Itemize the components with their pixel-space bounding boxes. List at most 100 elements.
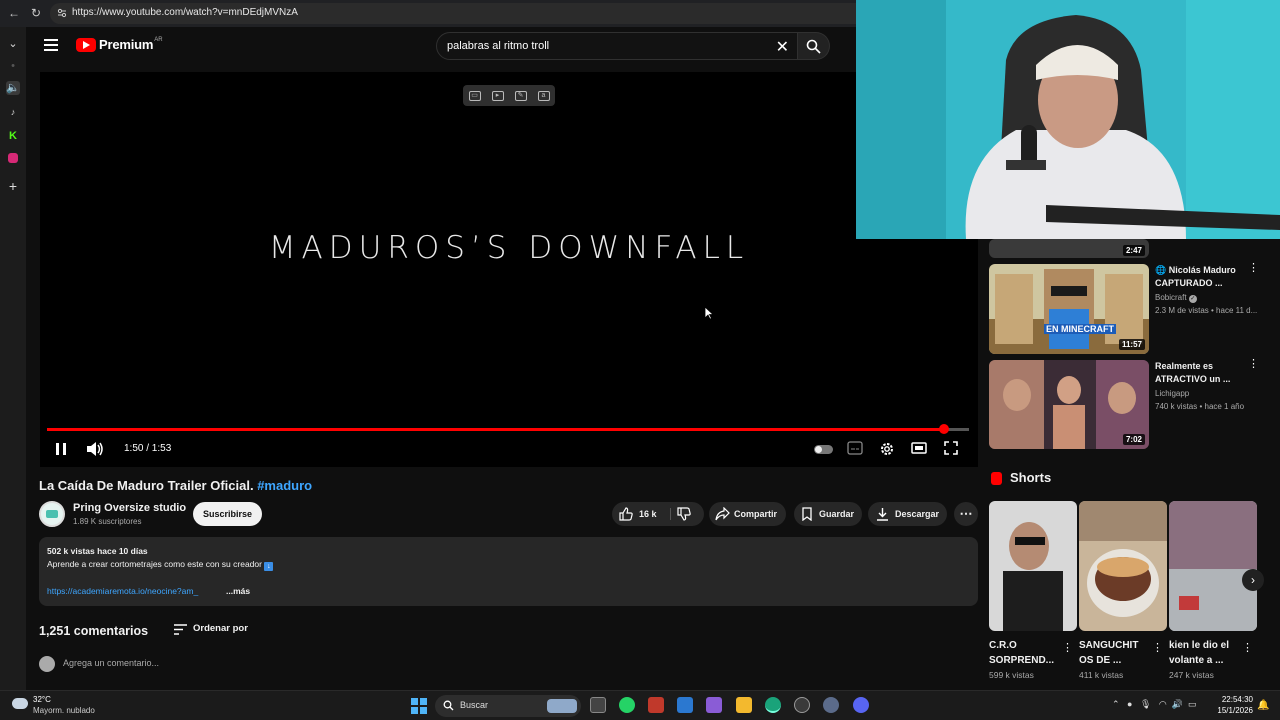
task-view-icon[interactable] bbox=[590, 697, 606, 713]
kick-icon[interactable]: K bbox=[6, 129, 20, 143]
translate-icon[interactable]: a bbox=[537, 90, 550, 101]
more-options-icon[interactable]: ⋮ bbox=[1062, 643, 1073, 654]
more-options-icon[interactable]: ⋮ bbox=[1242, 643, 1253, 654]
app-icon[interactable] bbox=[648, 697, 664, 713]
sidebar-video-title[interactable]: 🌐 Nicolás Maduro CAPTURADO ... bbox=[1155, 264, 1247, 290]
youtube-play-icon bbox=[76, 37, 96, 52]
store-icon[interactable] bbox=[677, 697, 693, 713]
search-button[interactable] bbox=[798, 32, 830, 60]
address-bar[interactable]: https://www.youtube.com/watch?v=mnDEdjMV… bbox=[50, 3, 870, 24]
menu-icon[interactable] bbox=[44, 39, 58, 51]
sort-icon[interactable] bbox=[174, 624, 187, 635]
shorts-next-button[interactable]: › bbox=[1242, 569, 1264, 591]
weather-temperature[interactable]: 32°C bbox=[33, 695, 51, 704]
duration-badge: 11:57 bbox=[1118, 339, 1145, 350]
chevron-down-icon[interactable]: ⌄ bbox=[6, 37, 20, 51]
sidebar-channel: Bobicraft ✓ bbox=[1155, 293, 1197, 303]
edit-icon[interactable]: ✎ bbox=[514, 90, 527, 101]
webcam-overlay bbox=[856, 0, 1280, 239]
sidebar-thumb-1[interactable]: EN MINECRAFT 11:57 bbox=[989, 264, 1149, 354]
system-tray[interactable]: ⌃ ● 🎙 ◠ 🔊 ▭ bbox=[1112, 699, 1196, 710]
more-options-icon[interactable]: ⋮ bbox=[1248, 359, 1259, 370]
more-options-icon[interactable]: ⋮ bbox=[1248, 263, 1259, 274]
chrome-icon[interactable] bbox=[794, 697, 810, 713]
short-title[interactable]: C.R.O SORPREND... bbox=[989, 638, 1059, 668]
speaker-tab-icon[interactable]: 🔈 bbox=[6, 81, 20, 95]
clear-search-icon[interactable]: ✕ bbox=[776, 37, 789, 57]
sidebar-thumb-partial[interactable]: 2:47 bbox=[989, 239, 1149, 258]
search-small-icon[interactable]: • bbox=[6, 59, 20, 73]
instagram-icon[interactable] bbox=[8, 153, 18, 163]
channel-name[interactable]: Pring Oversize studio bbox=[73, 502, 186, 514]
clock-date[interactable]: 15/1/2026 bbox=[1211, 706, 1253, 715]
thumbs-up-icon bbox=[619, 507, 633, 521]
short-thumb-3[interactable] bbox=[1169, 501, 1257, 631]
description-link[interactable]: https://academiaremota.io/neocine?am_ bbox=[47, 586, 198, 596]
video-player[interactable]: ▭ ▸ ✎ a MADUROS’S DOWNFALL 1:50 / 1:53 bbox=[40, 72, 978, 467]
time-display: 1:50 / 1:53 bbox=[124, 443, 172, 454]
discord-icon[interactable] bbox=[853, 697, 869, 713]
autoplay-toggle[interactable] bbox=[814, 445, 833, 454]
site-info-icon[interactable] bbox=[57, 8, 67, 18]
clock-time[interactable]: 22:54:30 bbox=[1215, 695, 1253, 704]
description-box[interactable]: 502 k vistas hace 10 días Aprende a crea… bbox=[39, 537, 978, 606]
short-title[interactable]: SANGUCHIT OS DE ... bbox=[1079, 638, 1145, 668]
settings-icon[interactable] bbox=[823, 697, 839, 713]
pip-icon[interactable]: ▸ bbox=[491, 90, 504, 101]
thumbs-down-icon[interactable] bbox=[677, 507, 691, 521]
taskbar-search[interactable]: Buscar bbox=[435, 695, 581, 717]
save-button[interactable]: Guardar bbox=[794, 502, 862, 526]
download-icon bbox=[877, 508, 888, 521]
notification-icon[interactable]: 🔔 bbox=[1257, 700, 1269, 711]
sidebar-meta: 2.3 M de vistas • hace 11 d... bbox=[1155, 306, 1258, 315]
short-image bbox=[1169, 501, 1257, 631]
short-title[interactable]: kien le dio el volante a ... bbox=[1169, 638, 1235, 668]
sidebar-channel-name: Lichigapp bbox=[1155, 389, 1190, 398]
download-button[interactable]: Descargar bbox=[868, 502, 947, 526]
search-icon bbox=[443, 700, 454, 711]
like-button[interactable]: 16 k bbox=[612, 502, 668, 526]
sidebar-video-title[interactable]: Realmente es ATRACTIVO un ... bbox=[1155, 360, 1247, 386]
sort-button[interactable]: Ordenar por bbox=[193, 623, 248, 634]
hashtag-link[interactable]: #maduro bbox=[257, 478, 312, 493]
file-explorer-icon[interactable] bbox=[736, 697, 752, 713]
share-button[interactable]: Compartir bbox=[709, 502, 786, 526]
short-views: 247 k vistas bbox=[1169, 670, 1214, 680]
short-image bbox=[989, 501, 1077, 631]
back-icon[interactable]: ← bbox=[8, 6, 20, 20]
pause-icon[interactable] bbox=[54, 442, 68, 456]
settings-gear-icon[interactable] bbox=[879, 441, 895, 457]
sidebar-thumb-2[interactable]: 7:02 bbox=[989, 360, 1149, 449]
duration-badge: 2:47 bbox=[1122, 245, 1145, 256]
volume-icon[interactable] bbox=[86, 441, 104, 457]
channel-avatar[interactable] bbox=[39, 501, 65, 527]
reload-icon[interactable]: ↻ bbox=[31, 6, 41, 20]
youtube-logo[interactable]: Premium AR bbox=[76, 37, 163, 52]
progress-bar[interactable] bbox=[47, 424, 969, 434]
subtitles-icon[interactable] bbox=[847, 441, 863, 455]
windows-start-icon[interactable] bbox=[411, 698, 427, 714]
tiktok-icon[interactable]: ♪ bbox=[6, 105, 20, 119]
like-count: 16 k bbox=[639, 509, 657, 519]
add-icon[interactable]: + bbox=[6, 179, 20, 193]
shorts-heading: Shorts bbox=[1010, 470, 1052, 485]
whatsapp-icon[interactable] bbox=[619, 697, 635, 713]
webcam-image bbox=[856, 0, 1280, 239]
copilot-icon[interactable] bbox=[706, 697, 722, 713]
weather-description[interactable]: Mayorm. nublado bbox=[33, 706, 95, 715]
theater-mode-icon[interactable] bbox=[911, 441, 927, 455]
channel-subscribers: 1.89 K suscriptores bbox=[73, 517, 142, 526]
search-input[interactable]: palabras al ritmo troll ✕ bbox=[436, 32, 798, 60]
subscribe-button[interactable]: Suscribirse bbox=[193, 502, 262, 526]
progress-scrubber[interactable] bbox=[939, 424, 950, 434]
cloud-icon[interactable] bbox=[12, 698, 28, 709]
edge-browser-icon[interactable] bbox=[765, 697, 781, 713]
short-thumb-1[interactable] bbox=[989, 501, 1077, 631]
more-options-icon[interactable]: ⋮ bbox=[1152, 643, 1163, 654]
show-more-button[interactable]: ...más bbox=[226, 586, 250, 596]
fullscreen-icon[interactable] bbox=[944, 441, 958, 455]
short-thumb-2[interactable] bbox=[1079, 501, 1167, 631]
more-actions-icon[interactable]: ⋯ bbox=[954, 502, 978, 526]
screenshot-icon[interactable]: ▭ bbox=[468, 90, 481, 101]
comment-input[interactable]: Agrega un comentario... bbox=[63, 658, 159, 668]
